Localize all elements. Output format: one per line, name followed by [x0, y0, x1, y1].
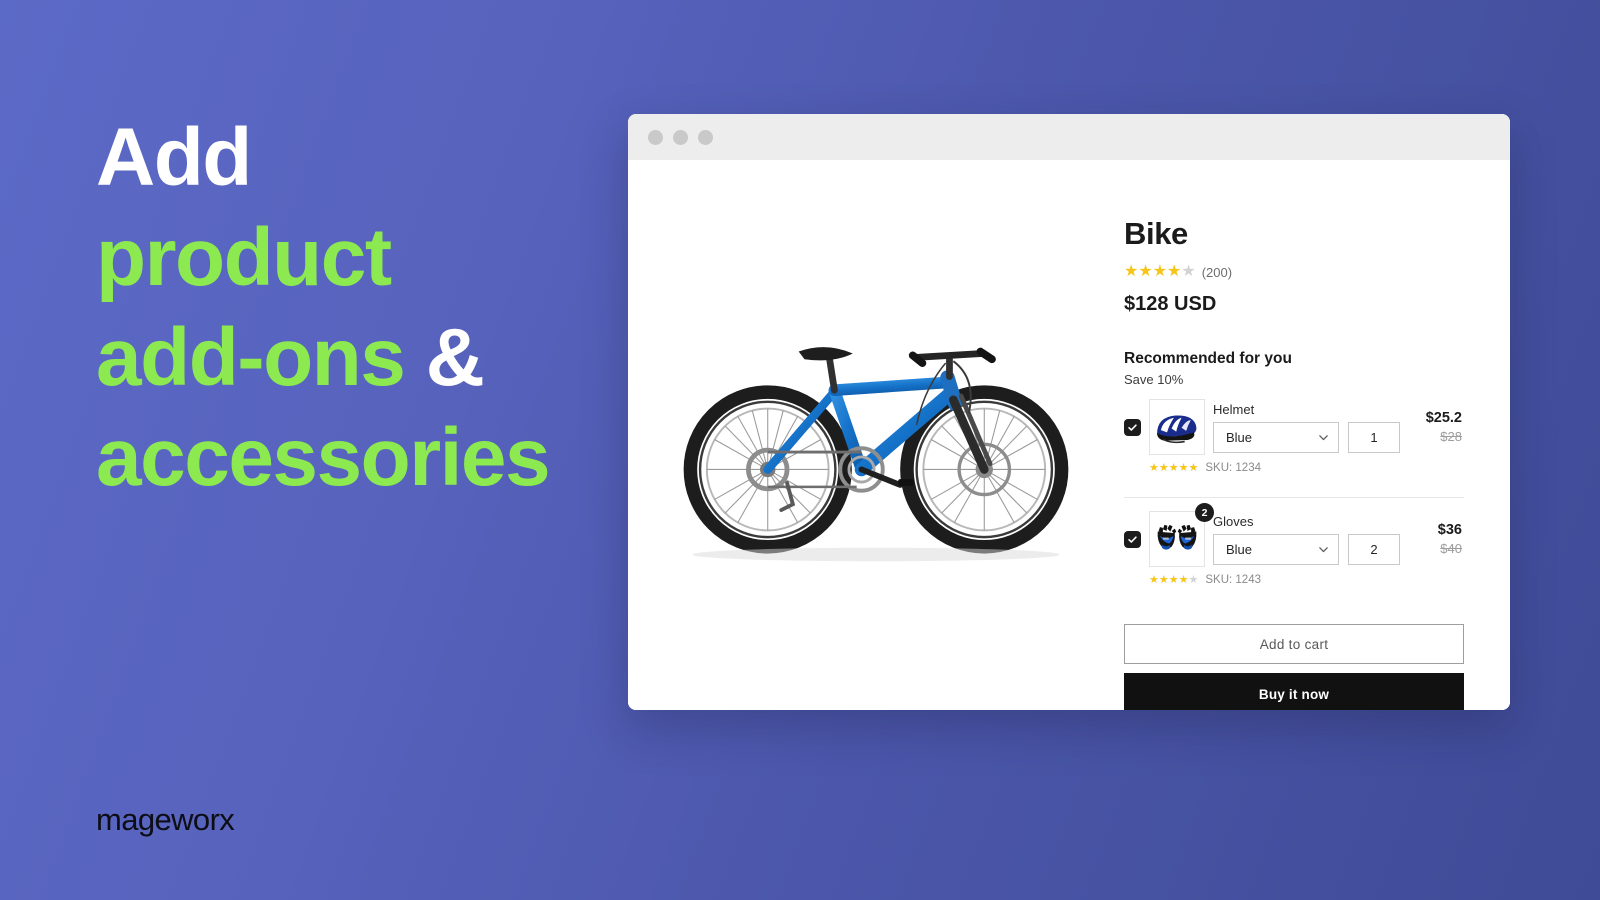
addon-quantity-badge-gloves: 2: [1195, 503, 1214, 522]
product-page: Bike ★ ★ ★ ★ ★ (200) $128 USD Recommende…: [628, 160, 1510, 710]
add-to-cart-button[interactable]: Add to cart: [1124, 624, 1464, 664]
star-filled-icon: ★: [1168, 573, 1179, 586]
star-filled-icon: ★: [1124, 263, 1139, 280]
star-empty-icon: ★: [1181, 263, 1196, 280]
addon-rating-gloves: ★ ★ ★ ★ ★: [1149, 573, 1199, 586]
addon-price-new-helmet: $25.2: [1425, 410, 1462, 426]
star-filled-icon: ★: [1168, 461, 1179, 474]
chevron-down-icon: [1319, 434, 1328, 440]
addon-row-helmet: Helmet Blue 1 $25.2 $28 ★ ★ ★ ★ ★ SKU: 1…: [1124, 399, 1464, 484]
addon-checkbox-gloves[interactable]: [1124, 530, 1141, 548]
browser-titlebar: [628, 114, 1510, 160]
traffic-light-yellow-icon[interactable]: [673, 129, 688, 145]
addon-price-old-helmet: $28: [1440, 429, 1462, 444]
hero-line-2: product: [96, 212, 392, 303]
traffic-light-green-icon[interactable]: [698, 129, 713, 145]
bike-product-image: [683, 347, 1069, 562]
addon-thumb-wrap-gloves[interactable]: 2: [1149, 503, 1214, 567]
product-rating: ★ ★ ★ ★ ★ (200): [1124, 264, 1464, 280]
star-filled-icon: ★: [1138, 263, 1153, 280]
mageworx-logo: mageworx: [96, 802, 235, 837]
star-filled-icon: ★: [1152, 263, 1168, 280]
addon-main-helmet: Helmet Blue 1 $25.2 $28: [1124, 399, 1464, 455]
addon-controls-gloves: Blue 2: [1213, 533, 1400, 565]
addon-name-helmet: Helmet: [1213, 401, 1255, 417]
star-filled-icon: ★: [1149, 573, 1159, 586]
buy-it-now-button[interactable]: Buy it now: [1124, 673, 1464, 710]
hero-line-4: accessories: [96, 412, 551, 503]
product-gallery: [628, 160, 1124, 710]
product-info-panel: Bike ★ ★ ★ ★ ★ (200) $128 USD Recommende…: [1124, 160, 1510, 710]
quantity-input-helmet[interactable]: 1: [1348, 421, 1400, 453]
star-filled-icon: ★: [1149, 461, 1159, 474]
product-actions: Add to cart Buy it now: [1124, 624, 1464, 710]
addon-row-gloves: 2 Gloves Blue 2 $36 $40 ★ ★ ★ ★ ★ SKU: 1…: [1124, 497, 1464, 596]
addon-price-new-gloves: $36: [1437, 522, 1462, 538]
hero-line-3-text: add-ons: [96, 312, 426, 403]
star-filled-icon: ★: [1158, 461, 1169, 474]
addon-fields-helmet: Helmet Blue 1: [1213, 402, 1400, 453]
gloves-thumbnail[interactable]: [1149, 511, 1205, 567]
rating-stars: ★ ★ ★ ★ ★: [1124, 264, 1196, 280]
addon-checkbox-helmet[interactable]: [1124, 418, 1141, 436]
hero-headline: Add product add-ons & accessories: [96, 108, 616, 508]
chevron-down-icon: [1319, 546, 1328, 552]
quantity-input-gloves[interactable]: 2: [1348, 533, 1400, 565]
addon-price-old-gloves: $40: [1440, 541, 1462, 556]
variant-select-gloves[interactable]: Blue: [1213, 533, 1339, 565]
addon-meta-gloves: ★ ★ ★ ★ ★ SKU: 1243: [1149, 574, 1464, 586]
addon-name-gloves: Gloves: [1213, 513, 1254, 529]
recommendations-heading: Recommended for you: [1124, 350, 1292, 367]
addon-fields-gloves: Gloves Blue 2: [1213, 514, 1400, 565]
star-filled-icon: ★: [1158, 573, 1169, 586]
product-title: Bike: [1124, 216, 1188, 251]
browser-window-mockup: Bike ★ ★ ★ ★ ★ (200) $128 USD Recommende…: [628, 114, 1510, 710]
variant-select-helmet[interactable]: Blue: [1213, 421, 1339, 453]
checkmark-icon: [1128, 423, 1137, 431]
hero-line-3: add-ons &: [96, 308, 616, 408]
star-filled-icon: ★: [1167, 263, 1182, 280]
traffic-light-red-icon[interactable]: [648, 129, 663, 145]
addon-main-gloves: 2 Gloves Blue 2 $36 $40: [1124, 503, 1464, 567]
star-filled-icon: ★: [1178, 461, 1189, 474]
addon-meta-helmet: ★ ★ ★ ★ ★ SKU: 1234: [1149, 462, 1464, 474]
hero-ampersand: &: [425, 312, 485, 403]
variant-value-gloves: Blue: [1226, 541, 1253, 557]
review-count: (200): [1201, 264, 1233, 280]
addon-price-gloves: $36 $40: [1408, 522, 1464, 556]
variant-value-helmet: Blue: [1226, 429, 1253, 445]
star-empty-icon: ★: [1188, 573, 1199, 586]
product-price: $128 USD: [1124, 293, 1217, 315]
addon-sku-helmet: SKU: 1234: [1205, 462, 1261, 474]
addon-controls-helmet: Blue 1: [1213, 421, 1400, 453]
checkmark-icon: [1128, 535, 1137, 543]
hero-line-1: Add: [96, 112, 252, 203]
helmet-thumbnail[interactable]: [1149, 399, 1205, 455]
star-filled-icon: ★: [1188, 461, 1199, 474]
recommendations-subheading: Save 10%: [1124, 372, 1184, 387]
helmet-icon: [1157, 415, 1197, 444]
gloves-icon: [1157, 524, 1197, 550]
addon-sku-gloves: SKU: 1243: [1205, 574, 1261, 586]
addon-thumb-wrap-helmet[interactable]: [1149, 399, 1205, 455]
star-filled-icon: ★: [1178, 573, 1189, 586]
addon-rating-helmet: ★ ★ ★ ★ ★: [1149, 461, 1199, 474]
addon-price-helmet: $25.2 $28: [1408, 410, 1464, 444]
